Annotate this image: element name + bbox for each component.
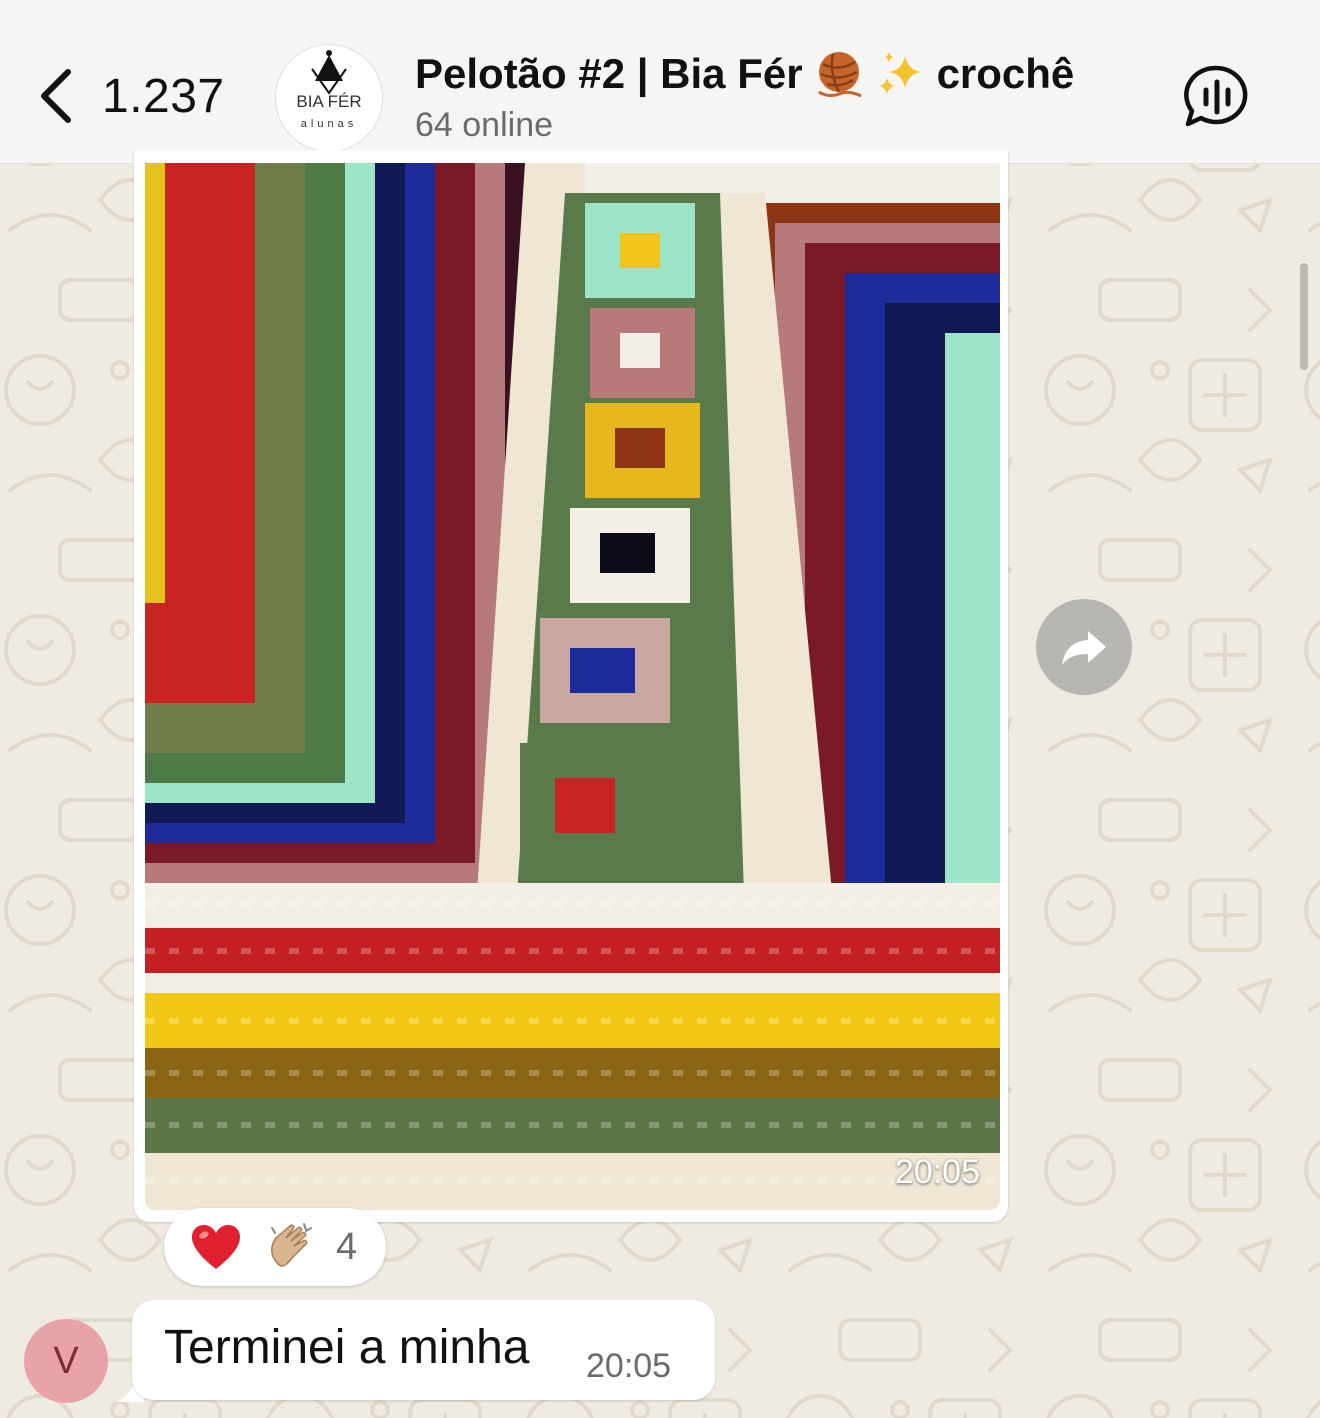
group-info[interactable]: Pelotão #2 | Bia Fér crochê 64 online xyxy=(415,48,1115,145)
message-timestamp: 20:05 xyxy=(586,1347,672,1385)
photo-timestamp: 20:05 xyxy=(894,1153,980,1191)
crochet-photo xyxy=(145,163,1000,1210)
svg-text:alunas: alunas xyxy=(301,118,357,130)
message-reactions[interactable]: 4 xyxy=(164,1208,386,1286)
chat-header: 1.237 BIA FÉR alunas Pelotão #2 | Bia Fé… xyxy=(0,0,1320,164)
clapping-hands-icon xyxy=(271,1223,312,1267)
sender-avatar[interactable]: V xyxy=(24,1319,108,1403)
chevron-left-icon xyxy=(41,69,71,123)
voice-chat-icon[interactable] xyxy=(1184,64,1250,130)
message-photo[interactable]: 20:05 xyxy=(145,163,1000,1210)
forward-arrow-icon xyxy=(1062,631,1106,665)
group-title: Pelotão #2 | Bia Fér crochê xyxy=(415,48,1115,100)
svg-text:BIA FÉR: BIA FÉR xyxy=(296,92,361,111)
reaction-count: 4 xyxy=(336,1225,358,1268)
group-avatar[interactable]: BIA FÉR alunas xyxy=(275,44,383,152)
message-text: Terminei a minha xyxy=(164,1321,530,1374)
group-logo: BIA FÉR alunas xyxy=(276,45,382,151)
scrollbar[interactable] xyxy=(1300,263,1308,370)
sender-initial: V xyxy=(53,1339,79,1382)
red-heart-icon xyxy=(192,1225,240,1269)
unread-chats-count: 1.237 xyxy=(102,69,225,123)
group-title-text: Pelotão #2 | Bia Fér xyxy=(415,50,803,97)
sparkles-icon xyxy=(878,52,921,94)
back-button[interactable]: 1.237 xyxy=(36,64,236,128)
group-title-suffix: crochê xyxy=(936,50,1075,97)
forward-button[interactable] xyxy=(1036,599,1132,695)
yarn-ball-icon xyxy=(817,52,862,98)
online-status: 64 online xyxy=(415,106,554,144)
